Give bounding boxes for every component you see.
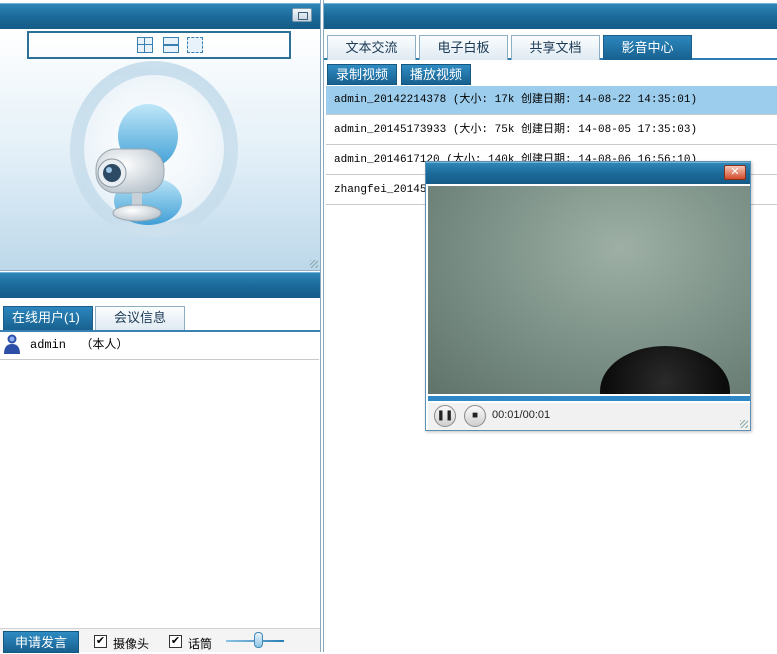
user-list: admin （本人） [0,332,320,628]
grid-layout-icon[interactable] [137,37,153,53]
user-name: admin （本人） [30,338,129,352]
list-item[interactable]: admin （本人） [0,332,319,360]
close-icon[interactable]: ✕ [724,165,746,180]
local-video-pane [0,29,320,271]
split-layout-icon[interactable] [163,37,179,53]
play-video-button[interactable]: 播放视频 [401,64,472,85]
user-avatar-icon [4,334,20,354]
mic-checkbox[interactable]: ✔ [169,635,182,648]
video-frame [428,186,750,394]
volume-slider-thumb[interactable] [254,632,263,648]
record-video-button[interactable]: 录制视频 [327,64,398,85]
media-toolbar: 录制视频 播放视频 [324,62,777,86]
player-controls: ❚❚ ■ 00:01/00:01 [428,403,750,430]
resize-grip[interactable] [310,260,318,268]
stop-button[interactable]: ■ [464,405,486,427]
table-row[interactable]: admin_20142214378 (大小: 17k 创建日期: 14-08-2… [326,86,777,115]
tab-meeting-info[interactable]: 会议信息 [95,306,185,330]
video-layout-toolbar [27,31,291,59]
apply-to-speak-button[interactable]: 申请发言 [3,631,79,653]
video-panel-header [0,3,320,29]
bottom-toolbar: 申请发言 ✔ 摄像头 ✔ 话筒 [0,628,320,653]
camera-label: 摄像头 [113,637,150,651]
webcam-icon [95,104,182,225]
tab-text-chat[interactable]: 文本交流 [327,35,416,60]
restore-window-button[interactable] [292,8,312,22]
pause-button[interactable]: ❚❚ [434,405,456,427]
tab-media-center[interactable]: 影音中心 [603,35,692,60]
playback-progress-bar[interactable] [428,396,750,401]
right-panel-header [324,3,777,29]
tab-online-users[interactable]: 在线用户(1) [3,306,93,330]
tab-whiteboard[interactable]: 电子白板 [419,35,508,60]
left-panel: 在线用户(1) 会议信息 admin （本人） 申请发言 ✔ 摄像头 ✔ 话筒 [0,0,321,653]
video-content [600,346,730,394]
tab-shared-docs[interactable]: 共享文档 [511,35,600,60]
playback-time: 00:01/00:01 [492,409,551,421]
camera-checkbox[interactable]: ✔ [94,635,107,648]
video-player-window[interactable]: ✕ ❚❚ ■ 00:01/00:01 [425,161,751,431]
table-row[interactable]: admin_20145173933 (大小: 75k 创建日期: 14-08-0… [326,116,777,145]
main-tabbar: 文本交流 电子白板 共享文档 影音中心 [324,29,777,60]
player-titlebar[interactable]: ✕ [426,162,750,184]
resize-grip[interactable] [740,420,748,428]
users-panel-header [0,272,320,298]
fullscreen-icon[interactable] [187,37,203,53]
mic-label: 话筒 [188,637,213,651]
users-tabbar: 在线用户(1) 会议信息 [0,298,320,332]
